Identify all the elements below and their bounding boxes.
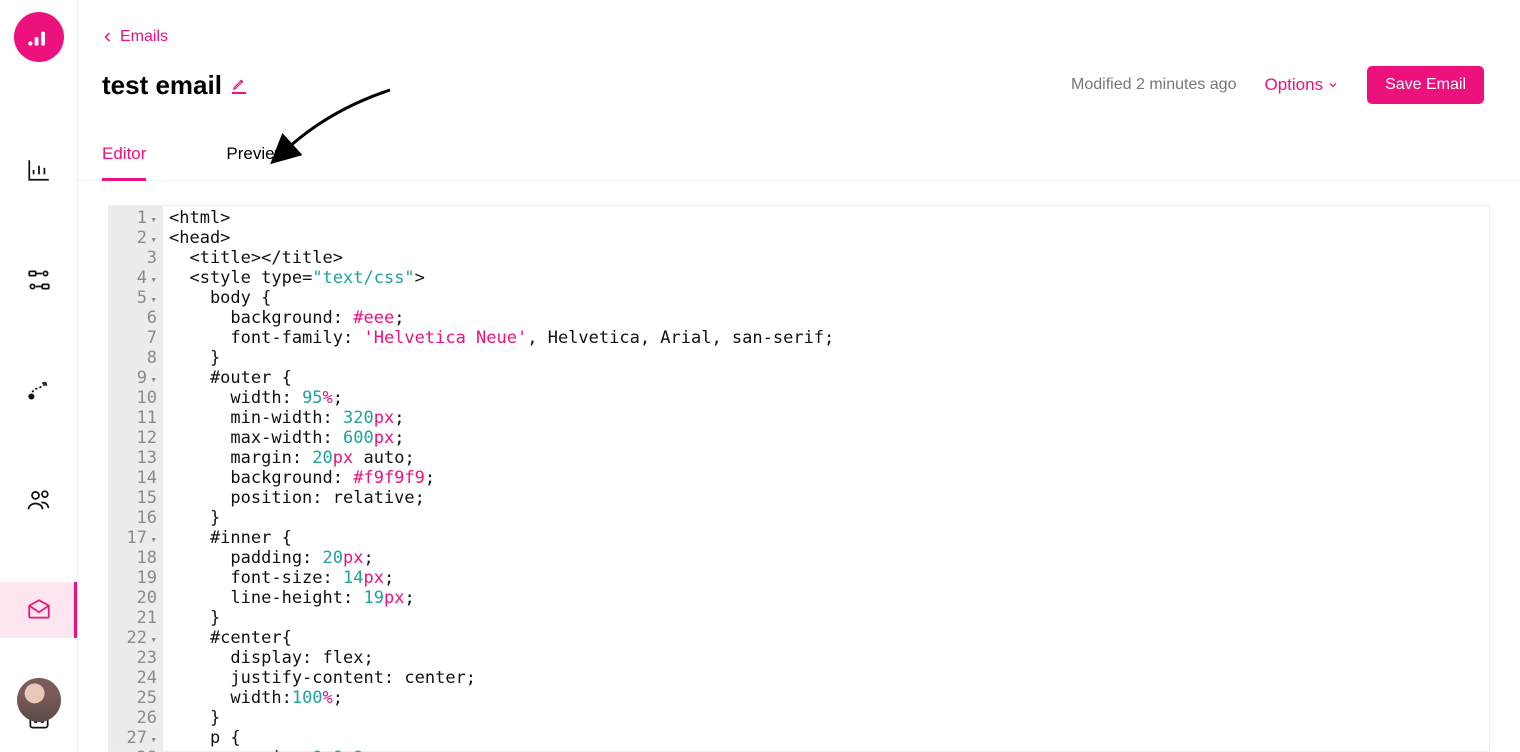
title-row: test email Modified 2 minutes ago Option… <box>102 66 1496 104</box>
logo[interactable] <box>14 12 64 62</box>
edit-title-button[interactable] <box>232 77 246 94</box>
logo-chart-icon <box>26 24 52 50</box>
tabs: Editor Preview <box>78 136 1520 181</box>
code-content[interactable]: <html><head> <title></title> <style type… <box>163 206 834 751</box>
flow-icon <box>26 267 52 293</box>
envelope-icon <box>26 597 52 623</box>
nav-analytics[interactable] <box>0 142 77 198</box>
journey-icon <box>26 377 52 403</box>
sidebar <box>0 0 78 752</box>
avatar[interactable] <box>17 678 61 722</box>
options-dropdown[interactable]: Options <box>1264 75 1339 95</box>
chevron-left-icon <box>102 31 114 43</box>
nav-items <box>0 142 77 748</box>
code-editor[interactable]: 1▾2▾34▾5▾6789▾1011121314151617▾181920212… <box>108 205 1490 752</box>
tab-preview[interactable]: Preview <box>226 136 286 180</box>
users-icon <box>25 486 53 514</box>
nav-emails[interactable] <box>0 582 77 638</box>
tab-editor[interactable]: Editor <box>102 136 146 181</box>
breadcrumb-back[interactable]: Emails <box>102 28 1496 46</box>
pencil-icon <box>232 77 246 91</box>
nav-users[interactable] <box>0 472 77 528</box>
breadcrumb-label: Emails <box>120 28 168 46</box>
save-button[interactable]: Save Email <box>1367 66 1484 104</box>
line-gutter: 1▾2▾34▾5▾6789▾1011121314151617▾181920212… <box>109 206 163 751</box>
bar-chart-icon <box>26 157 52 183</box>
nav-workflows[interactable] <box>0 252 77 308</box>
nav-journey[interactable] <box>0 362 77 418</box>
page-title: test email <box>102 70 222 101</box>
options-label: Options <box>1264 75 1323 95</box>
chevron-down-icon <box>1327 79 1339 91</box>
modified-text: Modified 2 minutes ago <box>1071 76 1236 94</box>
editor-area: 1▾2▾34▾5▾6789▾1011121314151617▾181920212… <box>78 181 1520 752</box>
main: Emails test email Modified 2 minutes ago… <box>78 0 1520 752</box>
header: Emails test email Modified 2 minutes ago… <box>78 0 1520 104</box>
